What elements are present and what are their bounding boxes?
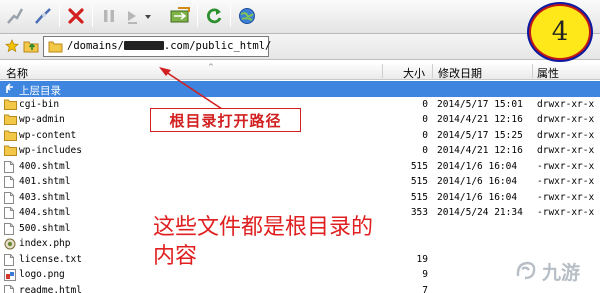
annotation-note: 这些文件都是根目录的内容 [153, 215, 374, 269]
annotation-callout: 根目录打开路径 [150, 108, 301, 132]
watermark: 九游 [513, 254, 597, 288]
watermark-text: 九游 [542, 261, 581, 284]
watermark-logo-icon [513, 258, 539, 285]
